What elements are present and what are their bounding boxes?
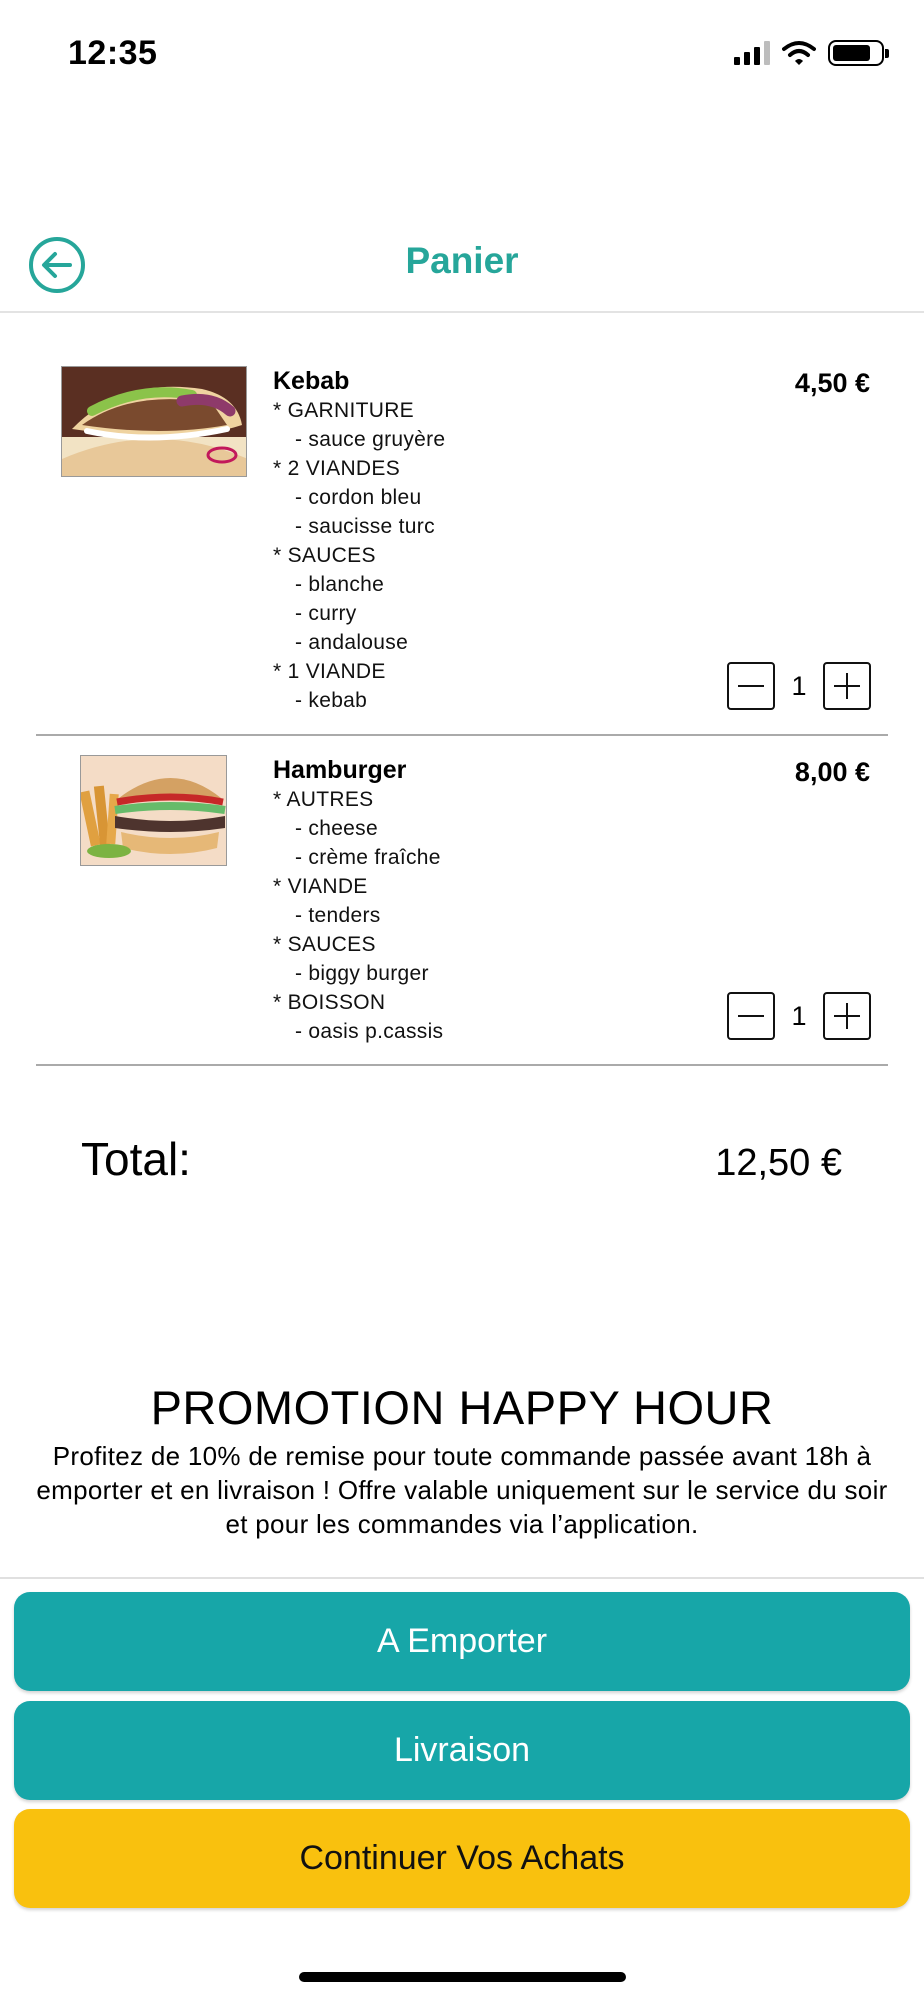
decrease-quantity-button[interactable] [727,992,775,1040]
option-group: * SAUCES [273,544,376,567]
quantity-stepper: 1 [727,662,871,710]
quantity-stepper: 1 [727,992,871,1040]
minus-icon [738,1015,764,1017]
option-value: - cheese [295,817,378,840]
total-label: Total: [81,1133,191,1185]
option-group: * 2 VIANDES [273,457,401,480]
option-group: * VIANDE [273,875,368,898]
item-name: Hamburger [273,756,407,784]
option-value: - curry [295,602,357,625]
hamburger-details: Hamburger * AUTRES - cheese - crème fraî… [273,755,443,1046]
option-value: - andalouse [295,631,409,654]
footer-divider [0,1577,924,1579]
option-value: - crème fraîche [295,846,441,869]
minus-icon [738,685,764,687]
wifi-icon [782,41,816,65]
option-group: * SAUCES [273,933,376,956]
takeaway-button[interactable]: A Emporter [14,1592,910,1691]
item-divider [36,734,888,736]
decrease-quantity-button[interactable] [727,662,775,710]
plus-icon [846,1003,848,1029]
home-indicator[interactable] [299,1972,626,1982]
status-time: 12:35 [68,34,158,72]
option-group: * GARNITURE [273,399,414,422]
option-group: * 1 VIANDE [273,660,386,683]
increase-quantity-button[interactable] [823,662,871,710]
page-title: Panier [405,240,519,281]
signal-icon [734,41,770,65]
quantity-value: 1 [791,1000,807,1031]
item-price: 4,50 € [794,368,870,398]
battery-icon [828,40,889,66]
kebab-details: Kebab * GARNITURE - sauce gruyère * 2 VI… [273,366,445,715]
option-value: - cordon bleu [295,486,422,509]
status-icons [734,40,889,66]
total-value: 12,50 € [715,1142,842,1184]
option-value: - kebab [295,689,368,712]
option-value: - tenders [295,904,381,927]
option-value: - blanche [295,573,385,596]
header-divider [0,311,924,313]
item-divider [36,1064,888,1066]
kebab-photo [61,366,247,477]
promotion-title: PROMOTION HAPPY HOUR [150,1381,774,1434]
item-price: 8,00 € [794,757,870,787]
continue-shopping-button[interactable]: Continuer Vos Achats [14,1809,910,1908]
plus-icon [846,673,848,699]
quantity-value: 1 [791,670,807,701]
option-value: - oasis p.cassis [295,1020,444,1043]
hamburger-photo [80,755,227,866]
option-group: * BOISSON [273,991,386,1014]
delivery-button[interactable]: Livraison [14,1701,910,1800]
option-group: * AUTRES [273,788,374,811]
option-value: - saucisse turc [295,515,435,538]
promotion-text: Profitez de 10% de remise pour toute com… [36,1441,888,1539]
option-value: - biggy burger [295,962,429,985]
item-name: Kebab [273,367,350,395]
increase-quantity-button[interactable] [823,992,871,1040]
option-value: - sauce gruyère [295,428,446,451]
